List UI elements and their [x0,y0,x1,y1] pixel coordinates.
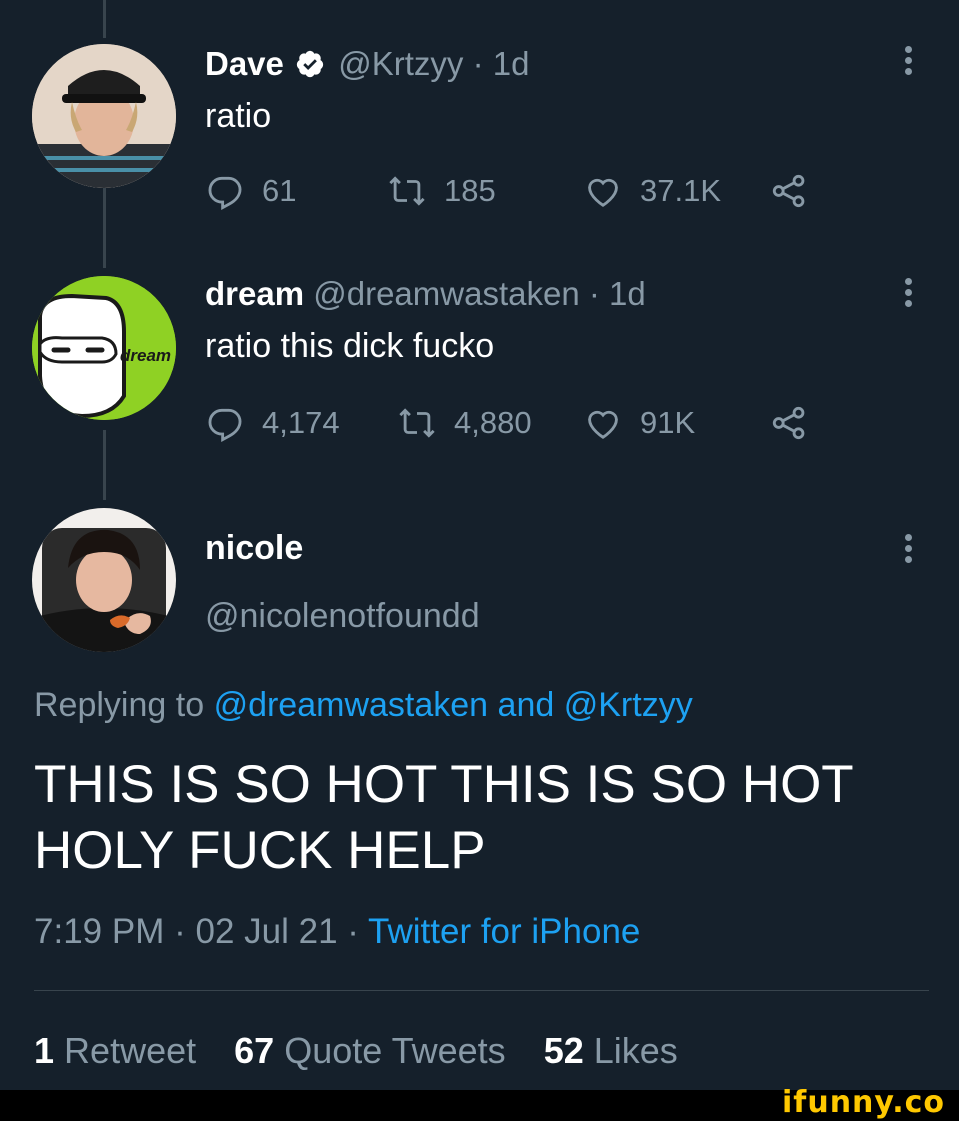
engagement-stats: 1 Retweet 67 Quote Tweets 52 Likes [34,1030,678,1072]
reply-and: and [497,686,555,724]
tweet-meta: 7:19 PM · 02 Jul 21 · Twitter for iPhone [34,912,640,952]
like-icon [588,410,618,439]
main-tweet-text-line-1: THIS IS SO HOT THIS IS SO HOT [34,755,854,814]
reply-count: 61 [262,173,297,208]
dream-avatar-label: dream [120,346,172,365]
more-options-icon[interactable] [898,274,918,314]
replying-to: Replying to @dreamwastaken and @Krtzyy [34,686,693,725]
reply-mention-krtzyy[interactable]: @Krtzyy [564,686,693,724]
tweet-time[interactable]: 1d [609,275,646,312]
share-button[interactable] [770,172,808,210]
retweet-icon [389,176,425,206]
tweet-text: ratio [205,97,272,135]
like-button[interactable]: 91K [584,404,695,442]
tweet-source[interactable]: Twitter for iPhone [368,912,640,951]
retweet-button[interactable]: 185 [388,172,496,210]
author-name[interactable]: Dave [205,45,284,82]
tweet-2-header: dream @dreamwastaken · 1d [205,274,646,314]
more-options-icon[interactable] [898,42,918,82]
thread-line-1 [103,180,106,268]
retweet-count: 4,880 [454,405,532,440]
separator-dot: · [347,912,359,951]
reply-button[interactable]: 4,174 [206,404,340,442]
share-button[interactable] [770,404,808,442]
retweet-count: 185 [444,173,496,208]
avatar-nicole[interactable] [32,508,176,652]
reply-icon [208,176,242,210]
avatar-dave[interactable] [32,44,176,188]
main-author-name[interactable]: nicole [205,528,303,568]
tweet-text: ratio this dick fucko [205,327,495,365]
separator-dot: · [472,45,484,82]
main-tweet-text-line-2: HOLY FUCK HELP [34,821,486,880]
tweet-time[interactable]: 1d [493,45,530,82]
tweet-1-header: Dave @Krtzyy · 1d [205,44,529,84]
ifunny-watermark: ifunny.co [782,1085,945,1120]
reply-button[interactable]: 61 [206,172,296,210]
author-handle[interactable]: @Krtzyy [338,45,463,82]
like-button[interactable]: 37.1K [584,172,721,210]
reply-icon [208,408,242,442]
tweet-time[interactable]: 7:19 PM [34,912,164,951]
like-count: 37.1K [640,173,722,208]
verified-badge-icon [296,50,324,78]
like-icon [588,178,618,207]
replying-prefix: Replying to [34,686,205,724]
more-options-icon[interactable] [898,530,918,570]
separator-dot: · [174,912,186,951]
reply-mention-dream[interactable]: @dreamwastaken [214,686,489,724]
main-tweet-text: THIS IS SO HOT THIS IS SO HOT HOLY FUCK … [34,752,914,884]
main-author-handle[interactable]: @nicolenotfoundd [205,596,480,636]
thread-line-2 [103,430,106,500]
author-name[interactable]: dream [205,275,304,312]
retweet-button[interactable]: 4,880 [398,404,532,442]
thread-line-top [103,0,106,38]
author-handle[interactable]: @dreamwastaken [313,275,579,312]
separator-dot: · [588,275,600,312]
share-icon [772,406,805,440]
share-icon [772,174,805,208]
likes-stat[interactable]: 52 Likes [544,1030,678,1071]
retweets-stat[interactable]: 1 Retweet [34,1030,196,1071]
retweet-icon [399,408,435,438]
divider [34,990,929,991]
quote-tweets-stat[interactable]: 67 Quote Tweets [234,1030,506,1071]
tweet-date[interactable]: 02 Jul 21 [195,912,337,951]
reply-count: 4,174 [262,405,340,440]
like-count: 91K [640,405,696,440]
avatar-dream[interactable]: dream [32,276,176,420]
